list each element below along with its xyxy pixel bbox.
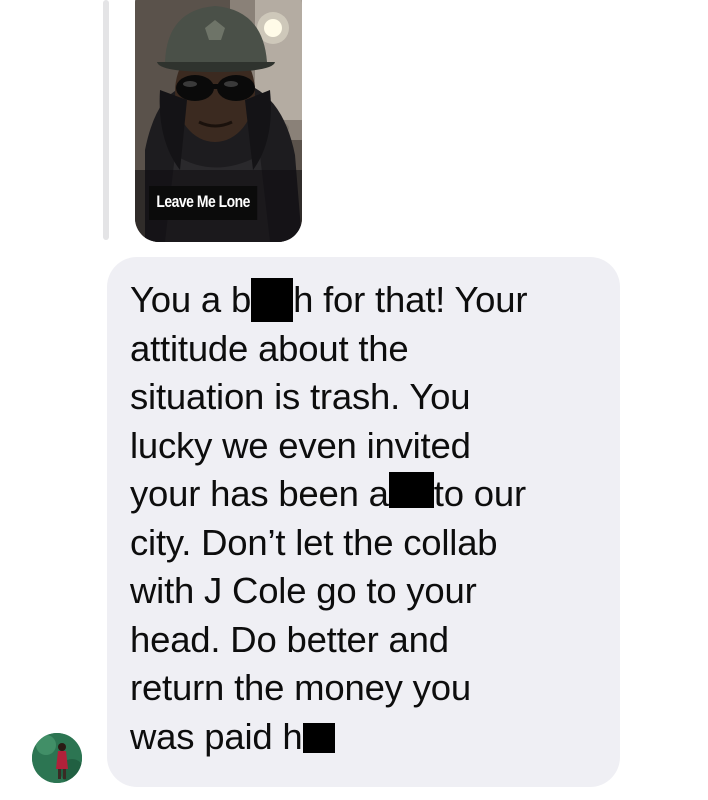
message-line: head. Do better and — [130, 616, 620, 665]
avatar-image — [32, 733, 82, 783]
message-line: lucky we even invited — [130, 422, 620, 471]
photo-caption: Leave Me Lone — [149, 186, 258, 220]
message-line-text: with J Cole go to your — [130, 570, 477, 611]
sender-avatar[interactable] — [32, 733, 82, 783]
message-thread: Leave Me Lone You a b h for that! Your att… — [0, 0, 708, 800]
message-line-text: was paid h — [130, 715, 303, 757]
message-line: attitude about the — [130, 325, 620, 374]
message-line: your has been a to our — [130, 470, 620, 519]
redaction-box — [251, 278, 294, 322]
message-line-text: situation is trash. You — [130, 376, 471, 417]
message-line: was paid h — [130, 713, 620, 762]
message-line-text: city. Don’t let the collab — [130, 521, 498, 563]
message-line-text: You a b — [130, 279, 252, 320]
redaction-box — [302, 722, 335, 753]
message-line: city. Don’t let the collab — [130, 519, 620, 568]
message-line-text: your has been a — [130, 473, 389, 514]
redaction-box — [388, 472, 434, 508]
message-line: You a b h for that! Your — [130, 276, 620, 325]
message-line: return the money you — [130, 664, 620, 713]
message-line-text: to our — [433, 473, 526, 514]
message-line: with J Cole go to your — [130, 567, 620, 616]
message-line-text: lucky we even invited — [130, 424, 471, 466]
message-line-text: return the money you — [130, 667, 471, 708]
shared-photo[interactable]: Leave Me Lone — [135, 0, 302, 242]
message-line-text: head. Do better and — [130, 618, 449, 660]
reply-thread-line — [103, 0, 109, 240]
message-line: situation is trash. You — [130, 373, 620, 422]
message-line-text: attitude about the — [130, 327, 409, 369]
message-line-text: h for that! Your — [293, 279, 528, 320]
message-text: You a b h for that! Your attitude about th… — [130, 276, 620, 761]
